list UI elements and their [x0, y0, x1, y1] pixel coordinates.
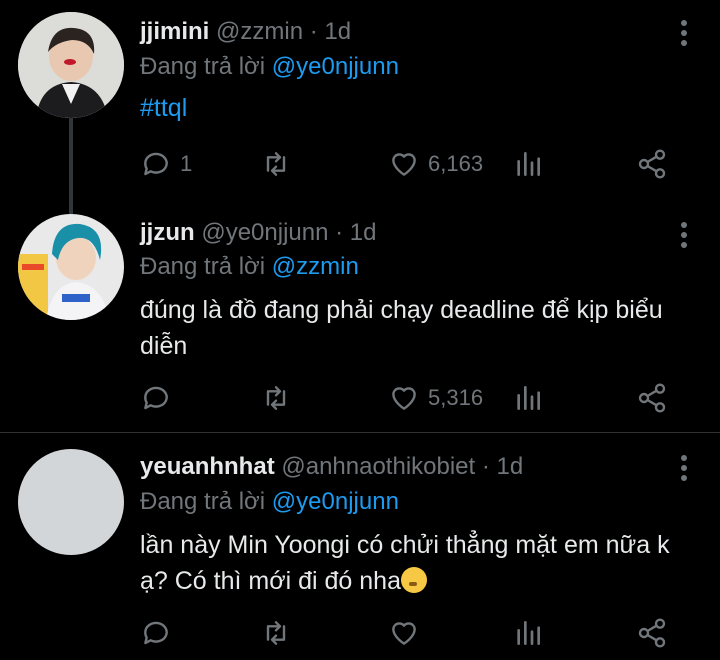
replying-to: Đang trả lời @ye0njjunn [140, 53, 399, 80]
user-handle[interactable]: @ye0njjunn [201, 219, 328, 246]
tweet-header: jjzun @ye0njjunn · 1d [140, 216, 376, 250]
user-handle[interactable]: @zzmin [216, 18, 303, 45]
reply-mention-link[interactable]: @ye0njjunn [272, 488, 399, 515]
retweet-icon [266, 621, 286, 645]
heart-icon [392, 387, 416, 410]
tweet-text: lần này Min Yoongi có chửi thẳng mặt em … [140, 527, 700, 599]
timestamp[interactable]: · 1d [482, 453, 523, 480]
reply-icon [144, 386, 168, 410]
avatar[interactable] [18, 214, 124, 320]
share-icon [638, 383, 666, 413]
reply-icon [144, 621, 168, 645]
reply-button[interactable] [140, 378, 180, 418]
heart-icon [392, 622, 416, 645]
like-button[interactable]: 5,316 [388, 378, 483, 418]
timestamp[interactable]: · 1d [335, 219, 376, 246]
share-button[interactable] [636, 613, 668, 653]
more-options-icon[interactable] [680, 222, 688, 252]
share-icon [638, 618, 666, 648]
tweet-actions [140, 613, 700, 653]
tweet-actions: 5,316 [140, 378, 700, 418]
display-name[interactable]: yeuanhnhat [140, 453, 275, 480]
reply-count: 1 [180, 151, 193, 176]
retweet-button[interactable] [260, 378, 300, 418]
share-button[interactable] [636, 378, 668, 418]
avatar[interactable] [18, 12, 124, 118]
tweet[interactable]: jjimini @zzmin · 1d Đang trả lời @ye0njj… [0, 0, 720, 210]
heart-icon [392, 153, 416, 176]
tweet-header: yeuanhnhat @anhnaothikobiet · 1d [140, 450, 523, 484]
like-button[interactable]: 6,163 [388, 144, 483, 184]
user-handle[interactable]: @anhnaothikobiet [281, 453, 475, 480]
reply-icon [144, 152, 168, 176]
reply-button[interactable]: 1 [140, 144, 192, 184]
replying-to: Đang trả lời @ye0njjunn [140, 488, 399, 515]
tweet[interactable]: yeuanhnhat @anhnaothikobiet · 1d Đang tr… [0, 433, 720, 660]
like-button[interactable] [388, 613, 428, 653]
analytics-button[interactable] [512, 378, 544, 418]
retweet-icon [266, 152, 286, 176]
retweet-button[interactable] [260, 144, 300, 184]
analytics-button[interactable] [512, 144, 544, 184]
like-count: 5,316 [428, 385, 484, 410]
tweet-actions: 1 6,163 [140, 144, 700, 184]
hashtag-link[interactable]: #ttql [140, 94, 187, 122]
timestamp[interactable]: · 1d [310, 18, 351, 45]
share-button[interactable] [636, 144, 668, 184]
tweet-text: #ttql [140, 90, 700, 126]
tweet-text: đúng là đồ đang phải chạy deadline để kị… [140, 296, 663, 360]
reply-mention-link[interactable]: @ye0njjunn [272, 53, 399, 80]
reply-mention-link[interactable]: @zzmin [272, 253, 359, 280]
like-count: 6,163 [428, 151, 484, 176]
share-icon [638, 149, 666, 179]
analytics-icon [517, 621, 540, 645]
analytics-icon [517, 386, 540, 410]
retweet-icon [266, 386, 286, 410]
analytics-icon [517, 152, 540, 176]
tweet[interactable]: jjzun @ye0njjunn · 1d Đang trả lời @zzmi… [0, 210, 720, 430]
analytics-button[interactable] [512, 613, 544, 653]
replying-to: Đang trả lời @zzmin [140, 253, 359, 280]
more-options-icon[interactable] [680, 455, 688, 485]
tweet-header: jjimini @zzmin · 1d [140, 15, 351, 49]
retweet-button[interactable] [260, 613, 300, 653]
shushing-face-emoji [401, 567, 427, 593]
more-options-icon[interactable] [680, 20, 688, 50]
display-name[interactable]: jjzun [140, 219, 195, 246]
avatar[interactable] [18, 449, 124, 555]
reply-button[interactable] [140, 613, 180, 653]
display-name[interactable]: jjimini [140, 18, 209, 45]
